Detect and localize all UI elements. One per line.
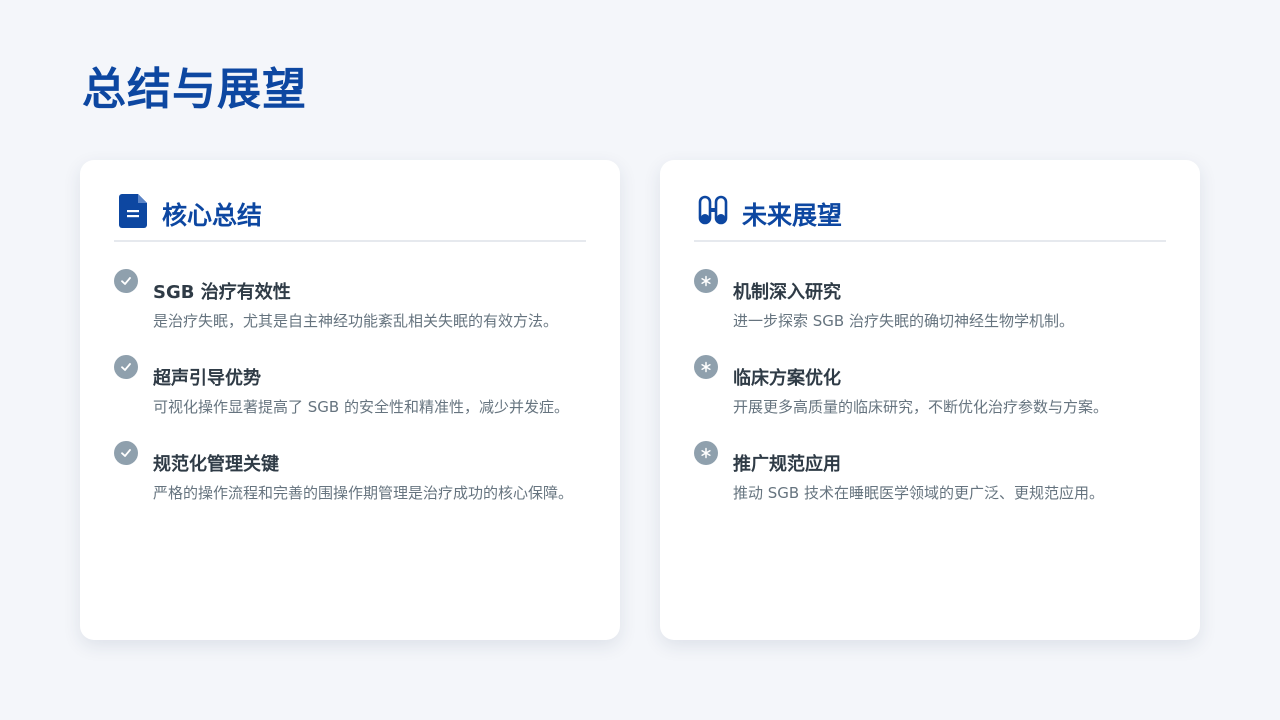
check-icon bbox=[114, 269, 138, 293]
outlook-item-title: 机制深入研究 bbox=[733, 282, 841, 303]
summary-item-title: 规范化管理关键 bbox=[153, 454, 279, 475]
outlook-card: 未来展望 机制深入研究 进一步探索 SGB 治疗失眠的确切神经生物学机制。 临床… bbox=[660, 160, 1200, 640]
outlook-card-header: 未来展望 bbox=[694, 192, 1166, 242]
binoculars-icon bbox=[696, 192, 730, 230]
summary-card-header: 核心总结 bbox=[114, 192, 586, 242]
summary-card: 核心总结 SGB 治疗有效性 是治疗失眠，尤其是自主神经功能紊乱相关失眠的有效方… bbox=[80, 160, 620, 640]
asterisk-icon bbox=[694, 269, 718, 293]
summary-item-desc: 严格的操作流程和完善的围操作期管理是治疗成功的核心保障。 bbox=[153, 484, 574, 502]
asterisk-icon bbox=[694, 355, 718, 379]
document-icon bbox=[116, 192, 150, 230]
summary-card-title: 核心总结 bbox=[162, 201, 263, 230]
page-title: 总结与展望 bbox=[82, 64, 307, 115]
outlook-item-desc: 推动 SGB 技术在睡眠医学领域的更广泛、更规范应用。 bbox=[733, 484, 1104, 502]
outlook-item-title: 推广规范应用 bbox=[733, 454, 841, 475]
outlook-item-desc: 开展更多高质量的临床研究，不断优化治疗参数与方案。 bbox=[733, 398, 1109, 416]
outlook-card-title: 未来展望 bbox=[742, 201, 843, 230]
summary-item-desc: 可视化操作显著提高了 SGB 的安全性和精准性，减少并发症。 bbox=[153, 398, 569, 416]
outlook-item-desc: 进一步探索 SGB 治疗失眠的确切神经生物学机制。 bbox=[733, 312, 1074, 330]
summary-item-title: SGB 治疗有效性 bbox=[153, 282, 291, 303]
check-icon bbox=[114, 441, 138, 465]
summary-item-title: 超声引导优势 bbox=[153, 368, 261, 389]
asterisk-icon bbox=[694, 441, 718, 465]
check-icon bbox=[114, 355, 138, 379]
outlook-item-title: 临床方案优化 bbox=[733, 368, 841, 389]
summary-item-desc: 是治疗失眠，尤其是自主神经功能紊乱相关失眠的有效方法。 bbox=[153, 312, 559, 330]
